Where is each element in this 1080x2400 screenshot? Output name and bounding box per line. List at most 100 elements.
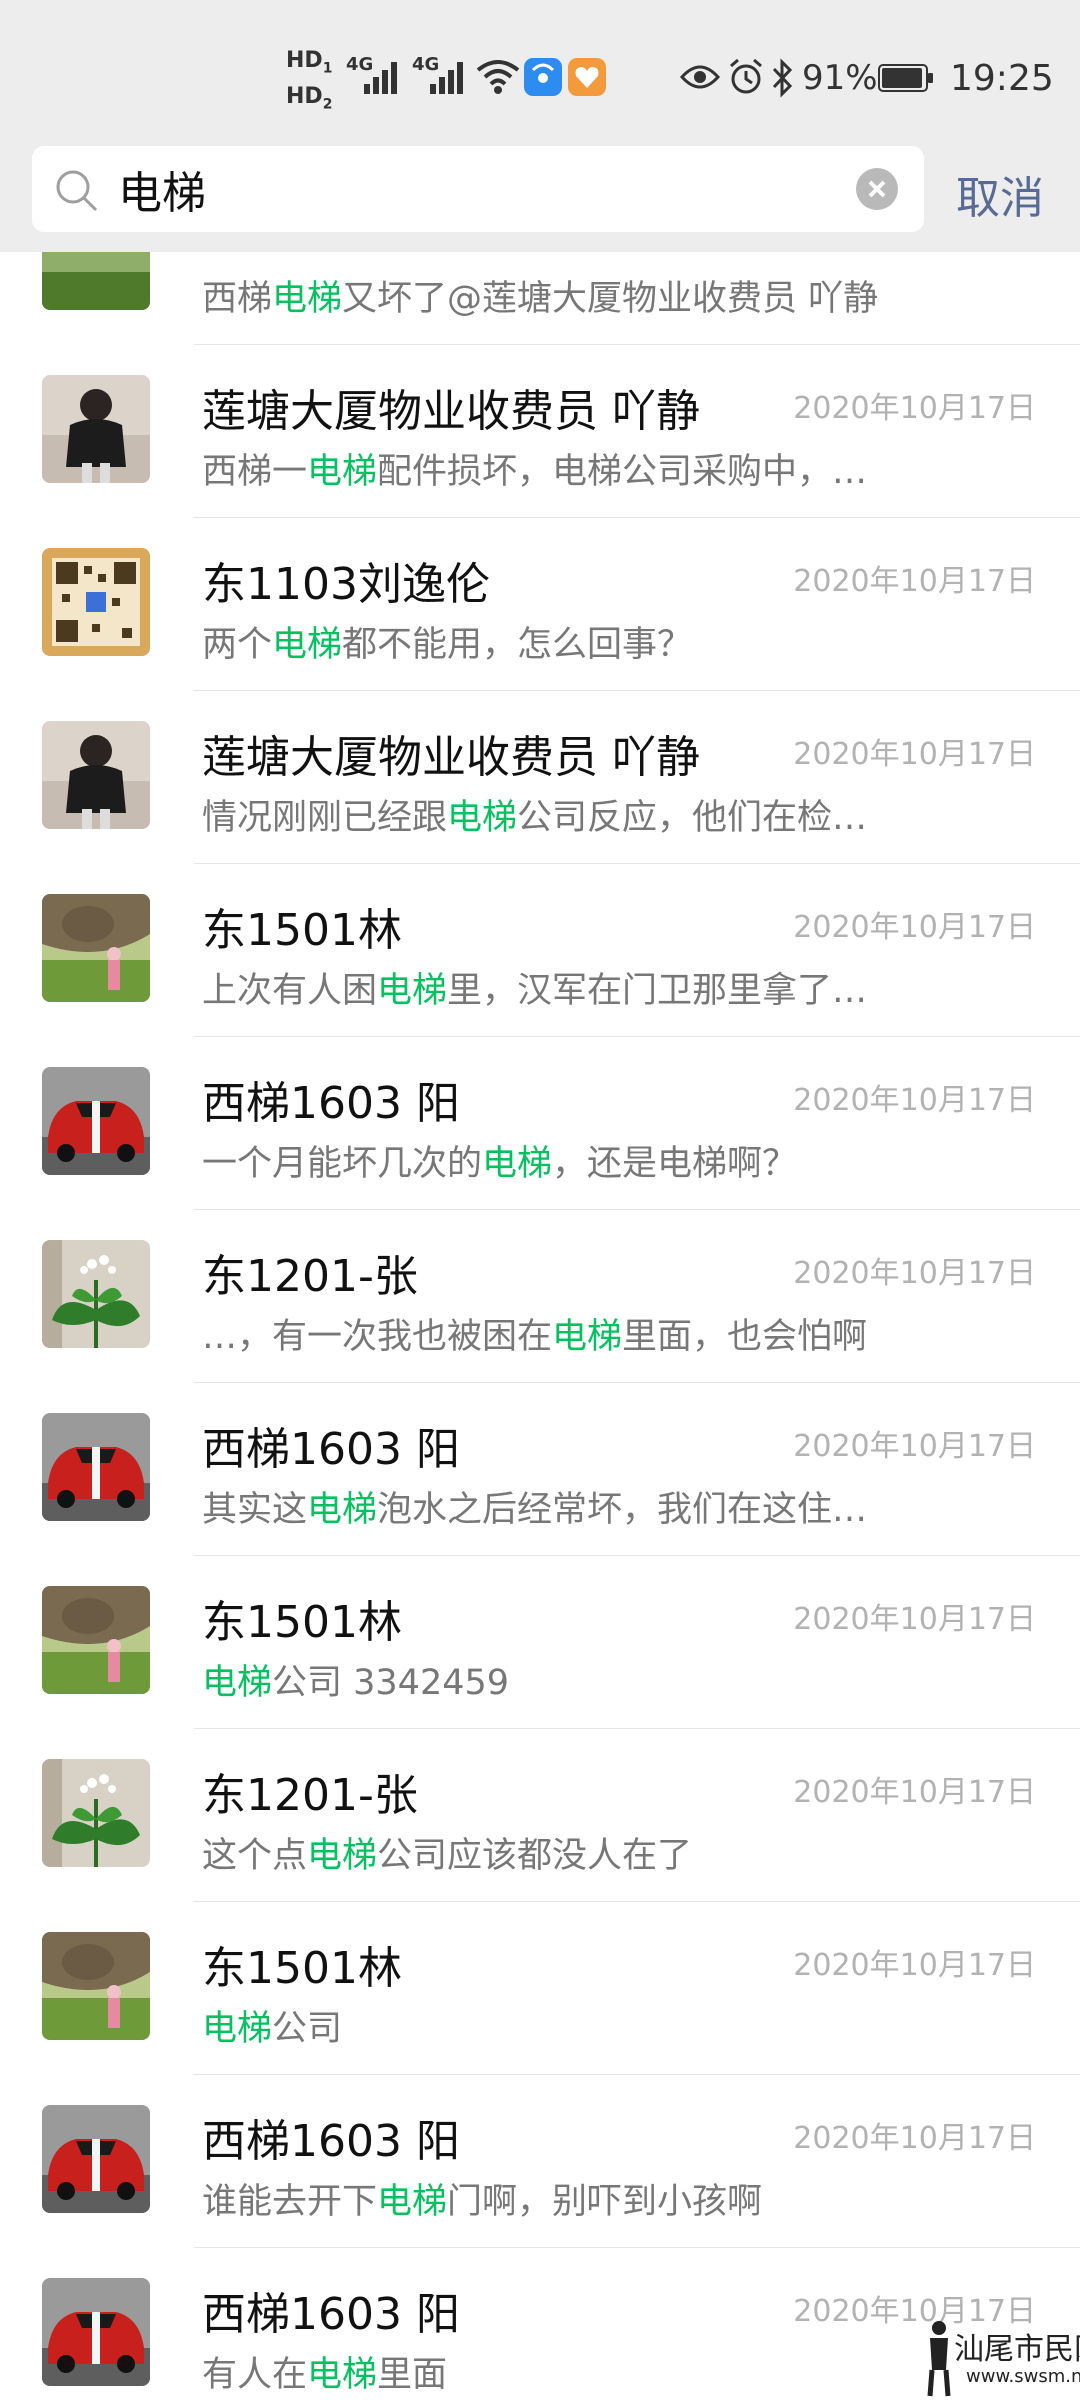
message-preview: 有人在电梯里面 xyxy=(202,2346,922,2397)
search-box[interactable] xyxy=(32,146,924,232)
preview-prefix: 西梯 xyxy=(202,279,273,319)
avatar xyxy=(42,2278,150,2386)
battery-icon xyxy=(878,64,933,92)
search-input[interactable] xyxy=(118,160,818,218)
message-date: 2020年10月17日 xyxy=(793,564,1036,599)
preview-prefix: 这个点 xyxy=(202,1836,308,1876)
message-preview: 其实这电梯泡水之后经常坏，我们在这住… xyxy=(202,1481,922,1532)
search-results-list[interactable]: 西梯电梯又坏了@莲塘大厦物业收费员 吖静 莲塘大厦物业收费员 吖静 2020年10… xyxy=(0,252,1080,2400)
search-icon xyxy=(56,170,98,212)
message-preview: 情况刚刚已经跟电梯公司反应，他们在检… xyxy=(202,789,922,840)
keyword-highlight: 电梯 xyxy=(482,1144,553,1184)
list-item[interactable]: 东1501林 2020年10月17日 上次有人困电梯里，汉军在门卫那里拿了… xyxy=(0,864,1080,1037)
preview-suffix: 里面，也会怕啊 xyxy=(622,1317,868,1357)
preview-suffix: 公司应该都没人在了 xyxy=(377,1836,693,1876)
bluetooth-icon xyxy=(772,58,793,98)
message-preview: 上次有人困电梯里，汉军在门卫那里拿了… xyxy=(202,962,922,1013)
list-item[interactable]: 东1201-张 2020年10月17日 …，有一次我也被困在电梯里面，也会怕啊 xyxy=(0,1210,1080,1383)
preview-suffix: 配件损坏，电梯公司采购中，… xyxy=(377,452,868,492)
list-item-partial[interactable]: 西梯电梯又坏了@莲塘大厦物业收费员 吖静 xyxy=(0,252,1080,345)
list-item[interactable]: 东1201-张 2020年10月17日 这个点电梯公司应该都没人在了 xyxy=(0,1729,1080,1902)
avatar xyxy=(42,1759,150,1867)
contact-name: 东1501林 xyxy=(202,1597,402,1648)
keyword-highlight: 电梯 xyxy=(307,2355,378,2395)
keyword-highlight: 电梯 xyxy=(202,1663,273,1703)
contact-name: 莲塘大厦物业收费员 吖静 xyxy=(202,732,700,783)
preview-suffix: 泡水之后经常坏，我们在这住… xyxy=(377,1490,868,1530)
list-item[interactable]: 莲塘大厦物业收费员 吖静 2020年10月17日西梯一电梯配件损坏，电梯公司采购中… xyxy=(0,345,1080,518)
keyword-highlight: 电梯 xyxy=(447,798,518,838)
avatar xyxy=(42,548,150,656)
avatar xyxy=(42,1240,150,1348)
contact-name: 东1103刘逸伦 xyxy=(202,559,490,610)
cancel-button[interactable]: 取消 xyxy=(956,162,1044,226)
message-date: 2020年10月17日 xyxy=(793,910,1036,945)
battery-percent: 91% xyxy=(802,58,878,98)
avatar xyxy=(42,1413,150,1521)
contact-name: 莲塘大厦物业收费员 吖静 xyxy=(202,386,700,437)
message-preview: 谁能去开下电梯门啊，别吓到小孩啊 xyxy=(202,2173,922,2224)
message-preview: 这个点电梯公司应该都没人在了 xyxy=(202,1827,922,1878)
list-item[interactable]: 西梯1603 阳 2020年10月17日谁能去开下电梯门啊，别吓到小孩啊 xyxy=(0,2075,1080,2248)
preview-suffix: ，还是电梯啊？ xyxy=(552,1144,798,1184)
status-time: 19:25 xyxy=(950,58,1054,99)
keyword-highlight: 电梯 xyxy=(377,971,448,1011)
list-item[interactable]: 西梯1603 阳 2020年10月17日其实这电梯泡水之后经常坏，我们在这住… xyxy=(0,1383,1080,1556)
contact-name: 西梯1603 阳 xyxy=(202,1424,460,1475)
preview-suffix: 里面 xyxy=(377,2355,448,2395)
message-preview: 西梯一电梯配件损坏，电梯公司采购中，… xyxy=(202,443,922,494)
list-item[interactable]: 莲塘大厦物业收费员 吖静 2020年10月17日情况刚刚已经跟电梯公司反应，他们在… xyxy=(0,691,1080,864)
list-item[interactable]: 东1103刘逸伦 2020年10月17日 两个电梯都不能用，怎么回事？ xyxy=(0,518,1080,691)
preview-suffix: 里，汉军在门卫那里拿了… xyxy=(447,971,868,1011)
preview-prefix: 其实这 xyxy=(202,1490,308,1530)
avatar xyxy=(42,2105,150,2213)
preview-prefix: 有人在 xyxy=(202,2355,308,2395)
watermark-logo: 汕尾市民网 www.swsm.net xyxy=(920,2318,1080,2400)
preview-prefix: 上次有人困 xyxy=(202,971,378,1011)
keyword-highlight: 电梯 xyxy=(377,2182,448,2222)
message-date: 2020年10月17日 xyxy=(793,737,1036,772)
hd-icon: HD1 HD2 xyxy=(286,48,333,113)
keyword-highlight: 电梯 xyxy=(307,1490,378,1530)
preview-prefix: 情况刚刚已经跟 xyxy=(202,798,448,838)
message-date: 2020年10月17日 xyxy=(793,1429,1036,1464)
watermark-text: 汕尾市民网 xyxy=(954,2332,1080,2367)
clear-icon[interactable] xyxy=(856,168,898,210)
avatar xyxy=(42,894,150,1002)
avatar xyxy=(42,1932,150,2040)
contact-name: 西梯1603 阳 xyxy=(202,2116,460,2167)
preview-suffix: 公司 3342459 xyxy=(272,1663,510,1703)
message-date: 2020年10月17日 xyxy=(793,1256,1036,1291)
keyword-highlight: 电梯 xyxy=(307,452,378,492)
avatar xyxy=(42,1067,150,1175)
avatar xyxy=(42,252,150,310)
preview-suffix: 公司 xyxy=(272,2009,343,2049)
avatar xyxy=(42,721,150,829)
keyword-highlight: 电梯 xyxy=(307,1836,378,1876)
list-item[interactable]: 西梯1603 阳 2020年10月17日 一个月能坏几次的电梯，还是电梯啊？ xyxy=(0,1037,1080,1210)
message-preview: 西梯电梯又坏了@莲塘大厦物业收费员 吖静 xyxy=(202,270,922,321)
keyword-highlight: 电梯 xyxy=(552,1317,623,1357)
preview-prefix: 西梯一 xyxy=(202,452,308,492)
preview-suffix: 公司反应，他们在检… xyxy=(517,798,868,838)
list-item[interactable]: 东1501林 2020年10月17日电梯公司 3342459 xyxy=(0,1556,1080,1729)
avatar xyxy=(42,375,150,483)
hd-label-1: HD xyxy=(286,48,323,73)
preview-prefix: 谁能去开下 xyxy=(202,2182,378,2222)
message-preview: 电梯公司 xyxy=(202,2000,922,2051)
message-preview: …，有一次我也被困在电梯里面，也会怕啊 xyxy=(202,1308,922,1359)
preview-suffix: 又坏了@莲塘大厦物业收费员 吖静 xyxy=(342,279,879,319)
preview-prefix: 一个月能坏几次的 xyxy=(202,1144,483,1184)
list-item[interactable]: 东1501林 2020年10月17日 电梯公司 xyxy=(0,1902,1080,2075)
message-date: 2020年10月17日 xyxy=(793,391,1036,426)
message-date: 2020年10月17日 xyxy=(793,2121,1036,2156)
app-badge-icon xyxy=(524,58,562,96)
preview-suffix: 都不能用，怎么回事？ xyxy=(342,625,693,665)
avatar xyxy=(42,1586,150,1694)
message-preview: 电梯公司 3342459 xyxy=(202,1654,922,1705)
hd-label-2: HD xyxy=(286,84,323,109)
list-item[interactable]: 西梯1603 阳 2020年10月17日 有人在电梯里面 xyxy=(0,2248,1080,2400)
message-date: 2020年10月17日 xyxy=(793,1602,1036,1637)
contact-name: 东1201-张 xyxy=(202,1770,418,1821)
watermark-url: www.swsm.net xyxy=(966,2366,1080,2387)
